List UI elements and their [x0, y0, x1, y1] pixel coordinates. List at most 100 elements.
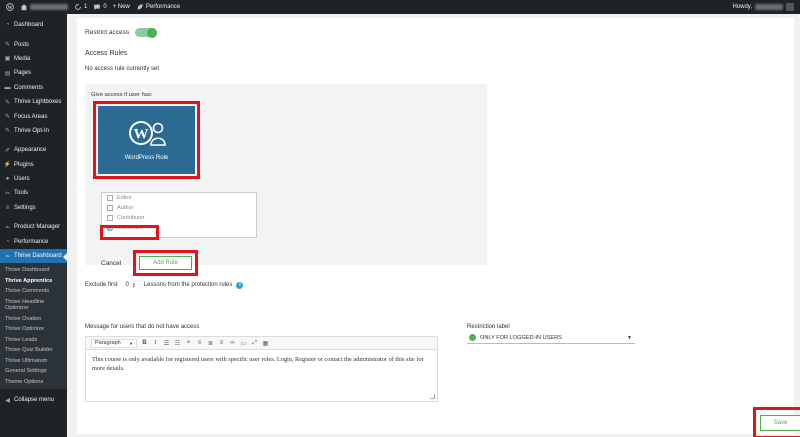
- sidebar-item-posts[interactable]: ✎ Posts: [0, 37, 67, 51]
- restrict-access-row: Restrict access: [85, 27, 158, 38]
- submenu-thrive-leads[interactable]: Thrive Leads: [0, 335, 67, 346]
- message-editor-content[interactable]: This course is only available for regist…: [86, 350, 437, 378]
- sidebar-item-settings[interactable]: ≡ Settings: [0, 201, 67, 215]
- site-name-blurred: [30, 4, 68, 10]
- highlight-outline-save: Save: [753, 407, 800, 437]
- sidebar-item-dashboard[interactable]: ◔ Dashboard: [0, 18, 67, 32]
- add-rule-button[interactable]: Add Rule: [139, 256, 192, 270]
- highlight-outline-wp-role: W WordPress Role: [93, 101, 200, 179]
- submenu-thrive-apprentice[interactable]: Thrive Apprentice: [0, 276, 67, 287]
- sidebar-item-product-manager[interactable]: ❧ Product Manager: [0, 220, 67, 234]
- role-option-editor[interactable]: Editor: [102, 193, 256, 203]
- updates-count: 1: [84, 4, 88, 10]
- checkbox[interactable]: [107, 215, 113, 221]
- submenu-thrive-dashboard[interactable]: Thrive Dashboard: [0, 265, 67, 276]
- link-icon[interactable]: ∞: [229, 340, 236, 347]
- submenu-thrive-headline-optimizer[interactable]: Thrive Headline Optimizer: [0, 297, 60, 314]
- exclude-count-value: 0: [125, 282, 129, 288]
- italic-icon[interactable]: I: [152, 340, 159, 347]
- sidebar-item-thrive-opt-in[interactable]: ✎ Thrive Opt-In: [0, 124, 67, 138]
- access-rules-title: Access Rules: [85, 50, 128, 57]
- svg-text:W: W: [133, 127, 148, 143]
- admin-bar: W 1 0 + New Performance Howdy,: [0, 0, 800, 14]
- plug-icon: ⚡: [3, 162, 12, 169]
- paragraph-select[interactable]: Paragraph ▼: [91, 338, 137, 348]
- sidebar-item-focus-areas[interactable]: ✎ Focus Areas: [0, 109, 67, 123]
- site-home-link[interactable]: [20, 3, 68, 11]
- submenu-thrive-optimize[interactable]: Thrive Optimize: [0, 324, 67, 335]
- numbered-list-icon[interactable]: ☷: [174, 340, 181, 347]
- role-option-author[interactable]: Author: [102, 203, 256, 213]
- align-right-icon[interactable]: ≡: [218, 340, 225, 347]
- submenu-thrive-comments[interactable]: Thrive Comments: [0, 286, 67, 297]
- sidebar-item-thrive-lightboxes[interactable]: ✎ Thrive Lightboxes: [0, 95, 67, 109]
- restrict-access-toggle[interactable]: [135, 27, 158, 38]
- sidebar-item-tools[interactable]: ✂ Tools: [0, 186, 67, 200]
- submenu-thrive-quiz-builder[interactable]: Thrive Quiz Builder: [0, 345, 67, 356]
- comments-count: 0: [103, 4, 107, 10]
- info-icon[interactable]: i: [236, 281, 244, 289]
- bold-icon[interactable]: B: [141, 340, 148, 347]
- save-button[interactable]: Save: [760, 415, 800, 431]
- restriction-option-value: ONLY FOR LOGGED-IN USERS: [480, 334, 562, 341]
- restriction-label-select[interactable]: ONLY FOR LOGGED-IN USERS ▼: [467, 332, 635, 344]
- sidebar-item-plugins[interactable]: ⚡ Plugins: [0, 158, 67, 172]
- wordpress-role-card[interactable]: W WordPress Role: [98, 106, 195, 174]
- align-left-icon[interactable]: ≡: [196, 340, 203, 347]
- sidebar-item-pages[interactable]: ▤ Pages: [0, 66, 67, 80]
- sliders-icon: ≡: [5, 204, 10, 211]
- resize-handle-icon[interactable]: [430, 394, 435, 399]
- avatar: [786, 3, 794, 11]
- submenu-thrive-ovation[interactable]: Thrive Ovation: [0, 314, 67, 325]
- sidebar-item-appearance[interactable]: ✐ Appearance: [0, 143, 67, 157]
- sidebar-item-users[interactable]: ● Users: [0, 172, 67, 186]
- exclude-lessons-row: Exclude first 0 ▲ ▼ Lessons from the prot…: [85, 280, 244, 290]
- pin-icon: ✎: [4, 99, 11, 106]
- media-icon: ▣: [4, 56, 11, 63]
- home-icon: [20, 4, 28, 11]
- checkbox[interactable]: [107, 205, 113, 211]
- editor-toolbar: Paragraph ▼ B I ☰ ☷ ❝ ≡ ≣ ≡ ∞ ▭ ⤢ ▦: [86, 337, 437, 350]
- read-more-icon[interactable]: ▭: [240, 340, 247, 347]
- restrict-access-label: Restrict access: [85, 29, 130, 36]
- highlight-outline-subscriber: [100, 225, 159, 240]
- pin-icon: ✎: [4, 128, 11, 135]
- comments-link[interactable]: 0: [93, 3, 107, 11]
- checkbox[interactable]: [107, 195, 113, 201]
- give-access-label: Give access if user has:: [91, 92, 153, 98]
- role-option-contributor[interactable]: Contributor: [102, 213, 256, 223]
- updates-link[interactable]: 1: [74, 3, 87, 11]
- pin-icon: ✎: [4, 114, 11, 121]
- toolbar-toggle-icon[interactable]: ▦: [262, 340, 269, 347]
- submenu-general-settings[interactable]: General Settings: [0, 366, 67, 377]
- submenu-thrive-ultimatum[interactable]: Thrive Ultimatum: [0, 356, 67, 367]
- main-content: Restrict access Access Rules No access r…: [67, 14, 800, 437]
- chevron-down-icon: ▼: [627, 334, 632, 341]
- sidebar-item-comments[interactable]: ▬ Comments: [0, 81, 67, 95]
- pin-icon: ✎: [4, 42, 11, 49]
- fullscreen-icon[interactable]: ⤢: [251, 340, 258, 347]
- stepper-arrows-icon[interactable]: ▲ ▼: [132, 281, 136, 289]
- sidebar-item-performance[interactable]: ◔ Performance: [0, 234, 67, 248]
- access-settings-panel: Restrict access Access Rules No access r…: [77, 18, 800, 437]
- align-center-icon[interactable]: ≣: [207, 340, 214, 347]
- wordpress-logo-icon[interactable]: W: [6, 3, 14, 11]
- page-icon: ▤: [4, 70, 11, 77]
- sidebar-item-media[interactable]: ▣ Media: [0, 52, 67, 66]
- wrench-icon: ✂: [4, 190, 11, 197]
- submenu-theme-options[interactable]: Theme Options: [0, 377, 67, 388]
- collapse-menu-button[interactable]: ◀ Collapse menu: [0, 393, 67, 407]
- howdy-label: Howdy,: [732, 4, 752, 10]
- sidebar-item-thrive-dashboard[interactable]: ❧ Thrive Dashboard: [0, 248, 67, 264]
- account-menu[interactable]: Howdy,: [732, 3, 794, 11]
- bullet-list-icon[interactable]: ☰: [163, 340, 170, 347]
- new-content-link[interactable]: + New: [113, 4, 130, 10]
- exclude-count-stepper[interactable]: 0 ▲ ▼: [122, 280, 140, 290]
- highlight-outline-add-rule: Add Rule: [133, 250, 198, 276]
- cancel-button[interactable]: Cancel: [101, 260, 121, 267]
- no-rule-text: No access rule currently set: [85, 66, 160, 72]
- blockquote-icon[interactable]: ❝: [185, 340, 192, 347]
- gauge-icon: ◔: [5, 22, 10, 29]
- chevron-down-icon: ▼: [129, 340, 133, 346]
- performance-link[interactable]: Performance: [136, 3, 180, 11]
